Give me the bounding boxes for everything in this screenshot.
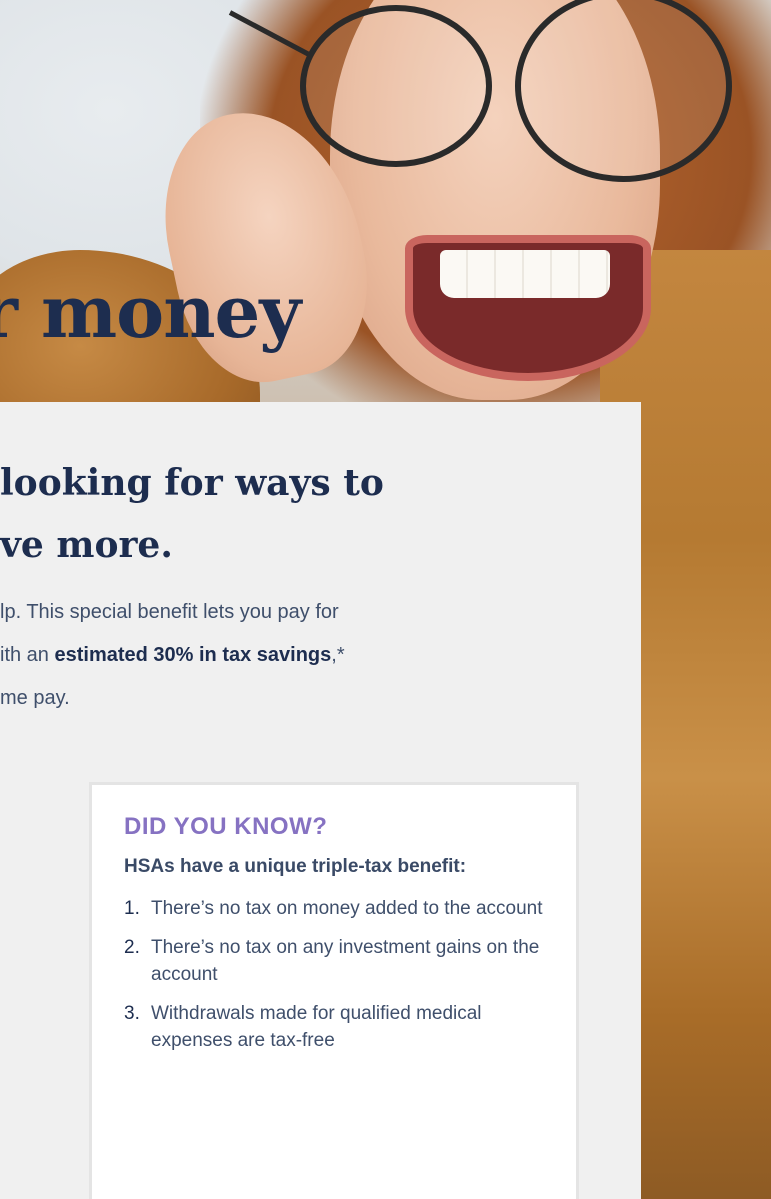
body-line-2-prefix: ith an [0, 644, 55, 666]
did-you-know-card: DID YOU KNOW? HSAs have a unique triple-… [89, 782, 579, 1199]
list-item: 3. Withdrawals made for qualified medica… [124, 1000, 551, 1054]
subheadline-line-2: ve more. [0, 524, 173, 566]
list-item-number: 2. [124, 937, 140, 958]
list-item: 1. There’s no tax on money added to the … [124, 895, 551, 922]
list-item-number: 3. [124, 1003, 140, 1024]
did-you-know-title: DID YOU KNOW? [124, 813, 328, 840]
body-line-2-suffix: ,* [331, 644, 345, 666]
list-item-text: There’s no tax on money added to the acc… [151, 898, 543, 919]
intro-body: lp. This special benefit lets you pay fo… [0, 591, 345, 720]
body-line-1: lp. This special benefit lets you pay fo… [0, 601, 339, 623]
hero-headline: r money [0, 269, 301, 354]
intro-subheadline: looking for ways to ve more. [0, 452, 384, 576]
body-line-3: me pay. [0, 687, 70, 709]
list-item-number: 1. [124, 898, 140, 919]
list-item-text: Withdrawals made for qualified medical e… [151, 1003, 482, 1051]
list-item: 2. There’s no tax on any investment gain… [124, 934, 551, 988]
glasses-lens-left [300, 5, 492, 167]
subheadline-line-1: looking for ways to [0, 462, 384, 504]
did-you-know-lead: HSAs have a unique triple-tax benefit: [124, 856, 467, 877]
tax-savings-highlight: estimated 30% in tax savings [54, 644, 332, 666]
list-item-text: There’s no tax on any investment gains o… [151, 937, 540, 985]
teeth-shape [440, 250, 610, 298]
triple-tax-benefit-list: 1. There’s no tax on money added to the … [124, 895, 544, 1054]
